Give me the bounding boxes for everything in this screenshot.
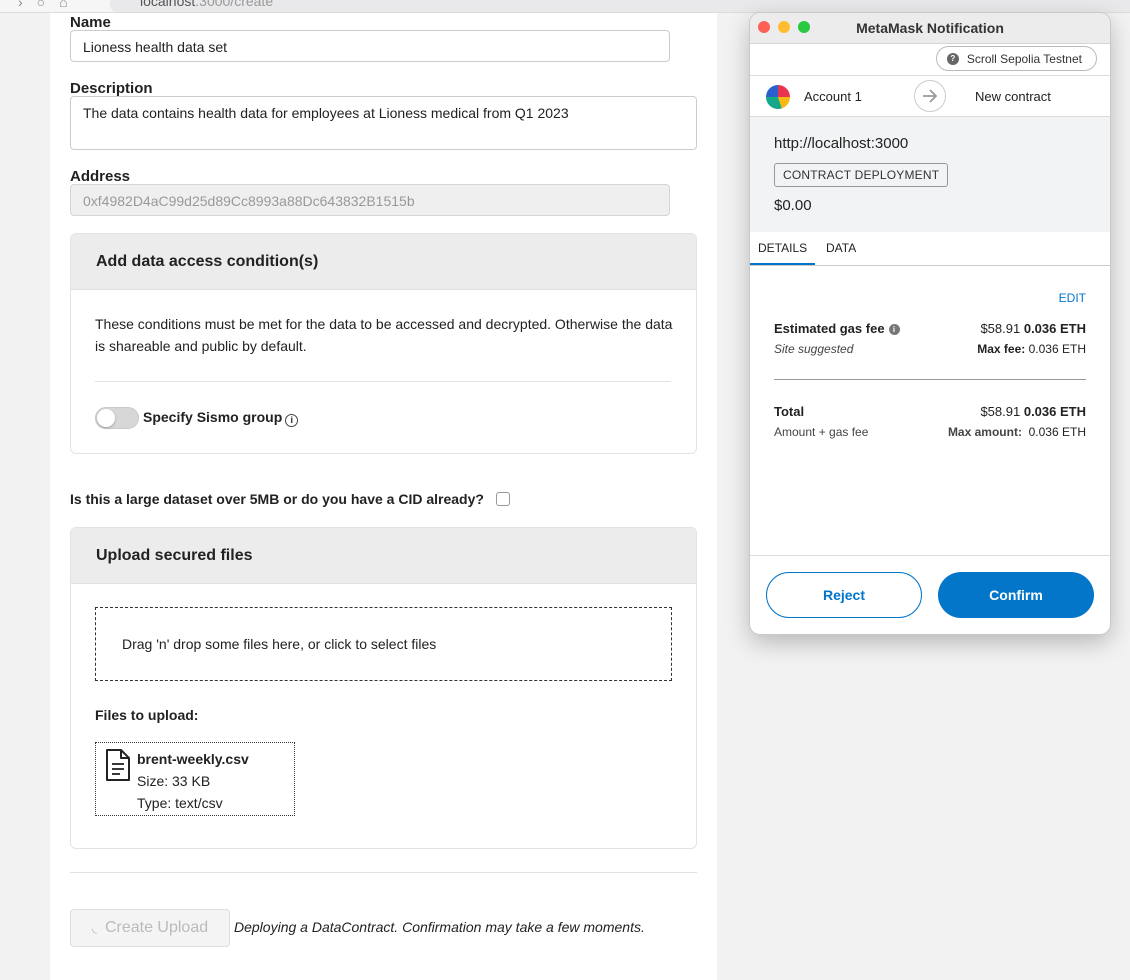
divider [70, 872, 697, 873]
description-textarea[interactable]: The data contains health data for employ… [70, 96, 697, 150]
tab-bar: DETAILS DATA [750, 232, 1110, 266]
total-value: $58.91 0.036 ETH [980, 404, 1086, 419]
recipient-label: New contract [975, 89, 1051, 104]
large-dataset-question: Is this a large dataset over 5MB or do y… [70, 491, 484, 507]
url-path: :3000/create [195, 0, 274, 9]
create-page: Name Lioness health data set Description… [50, 13, 717, 980]
info-icon[interactable]: i [285, 414, 299, 427]
total-max-amount: Max amount: 0.036 ETH [948, 425, 1086, 439]
gas-fee-label: Estimated gas fee [774, 321, 885, 336]
toggle-knob [97, 409, 115, 427]
access-conditions-text: These conditions must be met for the dat… [95, 316, 673, 354]
upload-title: Upload secured files [71, 528, 696, 584]
url-host: localhost [140, 0, 196, 9]
confirm-button[interactable]: Confirm [938, 572, 1094, 618]
max-amount-value: 0.036 ETH [1028, 425, 1086, 439]
gas-fee-sublabel: Site suggested [774, 342, 854, 356]
network-name: Scroll Sepolia Testnet [966, 51, 1082, 66]
account-row: Account 1 New contract [750, 75, 1110, 117]
divider [774, 379, 1086, 380]
gas-max-fee: Max fee: 0.036 ETH [977, 342, 1086, 356]
total-fiat: $58.91 [980, 404, 1021, 419]
transaction-amount: $0.00 [774, 197, 812, 214]
total-eth: 0.036 ETH [1023, 404, 1086, 419]
gas-fee-eth: 0.036 ETH [1023, 321, 1086, 336]
divider [750, 555, 1110, 556]
create-upload-label: Create Upload [104, 919, 209, 936]
access-conditions-card: Add data access condition(s) These condi… [70, 233, 697, 454]
description-label: Description [70, 80, 153, 97]
origin-url: http://localhost:3000 [774, 135, 909, 152]
gas-info-icon[interactable]: i [888, 324, 900, 335]
account-name: Account 1 [804, 89, 862, 104]
metamask-window: MetaMask Notification ? Scroll Sepolia T… [750, 13, 1110, 634]
reject-button[interactable]: Reject [766, 572, 922, 618]
tab-details[interactable]: DETAILS [750, 241, 816, 265]
dropzone-text: Drag 'n' drop some files here, or click … [122, 636, 437, 652]
edit-gas-link[interactable]: EDIT [1059, 291, 1086, 305]
metamask-window-title: MetaMask Notification [856, 20, 1004, 36]
sismo-toggle[interactable] [95, 407, 139, 429]
max-fee-value: 0.036 ETH [1028, 342, 1086, 356]
file-size: Size: 33 KB [137, 773, 211, 789]
gas-fee-value: $58.91 0.036 ETH [980, 321, 1086, 336]
total-label: Total [774, 404, 805, 419]
sismo-toggle-label: Specify Sismo group [143, 409, 283, 425]
files-to-upload-label: Files to upload: [95, 707, 199, 723]
upload-card: Upload secured files Drag 'n' drop some … [70, 527, 697, 849]
gas-fee-fiat: $58.91 [980, 321, 1021, 336]
browser-toolbar: ›○⌂ localhost:3000/create [0, 0, 1130, 13]
max-amount-label: Max amount: [947, 425, 1022, 439]
sismo-toggle-label-row: Specify Sismo group i [143, 409, 299, 427]
file-name: brent-weekly.csv [137, 751, 249, 767]
arrow-right-icon [914, 80, 946, 112]
network-selector[interactable]: ? Scroll Sepolia Testnet [935, 46, 1097, 71]
file-document-icon [106, 749, 130, 781]
max-fee-label: Max fee: [977, 342, 1026, 356]
name-input[interactable]: Lioness health data set [70, 30, 670, 62]
address-label: Address [70, 168, 131, 185]
network-question-icon: ? [946, 52, 959, 65]
spinner-icon: ◟ [91, 920, 97, 935]
gas-fee-label-row: Estimated gas fee i [774, 321, 900, 336]
file-dropzone[interactable]: Drag 'n' drop some files here, or click … [95, 607, 672, 681]
name-label: Name [70, 14, 111, 31]
total-sublabel: Amount + gas fee [774, 425, 869, 439]
transaction-type-badge: CONTRACT DEPLOYMENT [774, 163, 949, 187]
address-bar[interactable]: localhost:3000/create [110, 0, 1130, 12]
create-upload-button[interactable]: ◟ Create Upload [70, 909, 230, 947]
file-type: Type: text/csv [137, 795, 223, 811]
large-dataset-checkbox[interactable] [496, 492, 510, 506]
metamask-titlebar: MetaMask Notification [750, 13, 1110, 44]
browser-nav-icons[interactable]: ›○⌂ [18, 0, 82, 10]
transaction-summary: http://localhost:3000 CONTRACT DEPLOYMEN… [750, 117, 1110, 232]
deploy-status-message: Deploying a DataContract. Confirmation m… [234, 919, 645, 935]
tab-data[interactable]: DATA [826, 241, 856, 255]
divider [95, 381, 671, 382]
address-input: 0xf4982D4aC99d25d89Cc8993a88Dc643832B151… [70, 184, 670, 216]
account-avatar [766, 85, 790, 109]
access-conditions-title: Add data access condition(s) [71, 234, 696, 290]
file-card: brent-weekly.csv Size: 33 KB Type: text/… [95, 742, 295, 816]
